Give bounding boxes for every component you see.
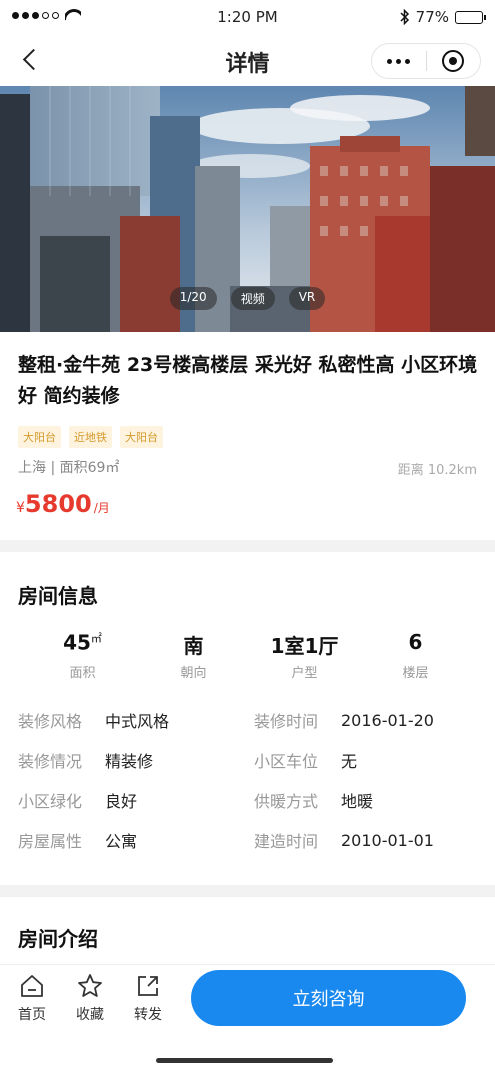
star-icon: [78, 974, 102, 997]
detail-label: 房屋属性: [18, 832, 83, 851]
battery-icon: [455, 10, 486, 24]
nav-bar: 详情: [0, 34, 495, 86]
section-title: 房间介绍: [18, 927, 98, 951]
price: ¥ 5800 /月: [16, 490, 110, 518]
listing-info: 整租·金牛苑 23号楼高楼层 采光好 私密性高 小区环境好 简约装修 大阳台 近…: [0, 332, 495, 540]
stat-value: 45: [63, 630, 91, 655]
stat-label: 户型: [291, 666, 318, 681]
home-button[interactable]: 首页: [10, 973, 54, 1024]
detail-value: 良好: [105, 792, 138, 811]
target-icon[interactable]: [427, 44, 481, 78]
location-area: 上海 | 面积69㎡: [18, 460, 120, 476]
photo-counter[interactable]: 1/20: [169, 287, 217, 310]
status-right: 77%: [400, 8, 486, 26]
home-indicator: [156, 1058, 333, 1063]
detail-row: 装修情况 精装修: [18, 750, 254, 771]
detail-label: 装修时间: [254, 712, 319, 731]
media-tabs: 1/20 视频 VR: [0, 287, 495, 310]
share-label: 转发: [134, 1007, 162, 1023]
room-details: 装修风格 中式风格 装修时间 2016-01-20 装修情况 精装修 小区车位 无 小区…: [18, 710, 478, 852]
share-button[interactable]: 转发: [126, 973, 170, 1024]
room-intro-section: 房间介绍: [0, 897, 495, 967]
home-icon: [21, 975, 43, 997]
detail-row: 装修风格 中式风格: [18, 710, 254, 731]
status-bar: 1:20 PM 77%: [0, 0, 495, 34]
bottom-action-bar: 首页 收藏 转发 立刻咨询: [0, 964, 495, 1073]
detail-value: 地暖: [341, 792, 374, 811]
video-tab[interactable]: 视频: [230, 287, 275, 310]
detail-row: 装修时间 2016-01-20: [254, 710, 478, 732]
detail-row: 建造时间 2010-01-01: [254, 830, 478, 852]
detail-label: 建造时间: [254, 832, 319, 851]
stat-unit: ㎡: [90, 632, 102, 645]
stat-label: 朝向: [180, 666, 207, 681]
stat-label: 面积: [69, 666, 96, 681]
more-icon[interactable]: [372, 44, 426, 78]
stat-orientation: 南 朝向: [138, 630, 249, 681]
home-label: 首页: [18, 1007, 46, 1023]
room-stats: 45㎡ 面积 南 朝向 1室1厅 户型 6 楼层: [0, 630, 495, 681]
detail-row: 小区绿化 良好: [18, 790, 254, 811]
detail-label: 供暖方式: [254, 792, 319, 811]
favorite-button[interactable]: 收藏: [68, 973, 112, 1024]
room-info-section: 房间信息 45㎡ 面积 南 朝向 1室1厅 户型 6 楼层 装修风格 中式风格 装…: [0, 552, 495, 885]
detail-value: 无: [341, 752, 358, 771]
detail-row: 小区车位 无: [254, 750, 478, 771]
bluetooth-icon: [400, 9, 409, 25]
stat-value: 南: [183, 634, 204, 658]
detail-label: 小区车位: [254, 752, 319, 771]
detail-value: 2010-01-01: [341, 830, 434, 850]
tag: 大阳台: [120, 426, 163, 448]
favorite-label: 收藏: [76, 1007, 104, 1023]
distance: 距离 10.2km: [397, 463, 477, 478]
share-icon: [138, 976, 158, 996]
stat-label: 楼层: [402, 666, 429, 681]
detail-label: 小区绿化: [18, 792, 83, 811]
price-value: 5800: [24, 490, 92, 518]
tag: 大阳台: [18, 426, 61, 448]
price-unit: /月: [93, 501, 110, 515]
consult-button[interactable]: 立刻咨询: [191, 970, 466, 1026]
mini-program-capsule: [371, 43, 481, 79]
detail-row: 房屋属性 公寓: [18, 830, 254, 851]
price-currency: ¥: [16, 500, 25, 516]
section-title: 房间信息: [18, 584, 98, 608]
tag: 近地铁: [69, 426, 112, 448]
photo-gallery[interactable]: 1/20 视频 VR: [0, 86, 495, 332]
battery-percent: 77%: [415, 8, 449, 26]
detail-value: 公寓: [105, 832, 138, 851]
detail-row: 供暖方式 地暖: [254, 790, 478, 811]
stat-floor: 6 楼层: [360, 630, 471, 681]
back-icon[interactable]: [18, 46, 46, 74]
listing-title: 整租·金牛苑 23号楼高楼层 采光好 私密性高 小区环境好 简约装修: [18, 354, 478, 407]
detail-label: 装修风格: [18, 712, 83, 731]
stat-value: 1室1厅: [270, 634, 339, 658]
detail-label: 装修情况: [18, 752, 83, 771]
detail-value: 中式风格: [105, 712, 170, 731]
vr-tab[interactable]: VR: [288, 287, 326, 310]
detail-value: 精装修: [105, 752, 154, 771]
detail-value: 2016-01-20: [341, 710, 434, 730]
stat-value: 6: [408, 630, 423, 654]
tag-list: 大阳台 近地铁 大阳台: [18, 426, 163, 448]
stat-area: 45㎡ 面积: [27, 630, 138, 681]
stat-layout: 1室1厅 户型: [249, 630, 360, 681]
